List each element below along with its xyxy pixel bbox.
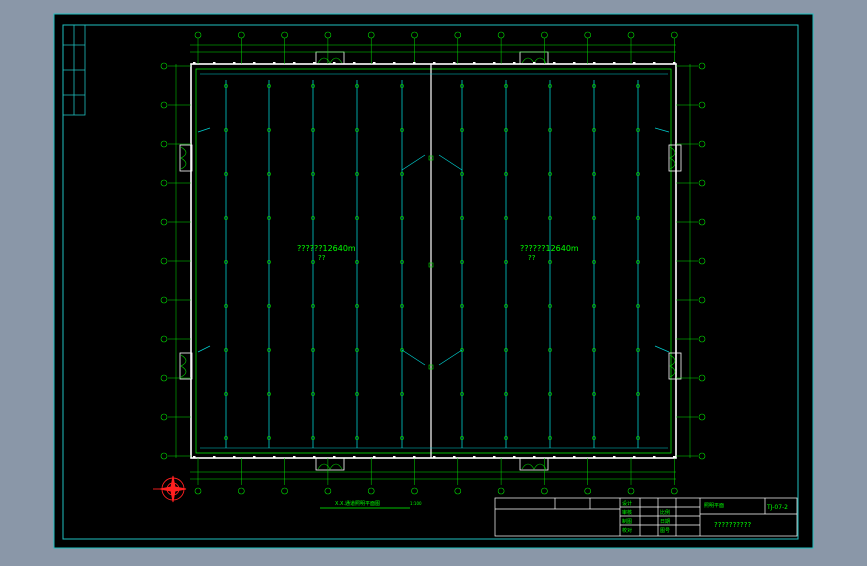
column [333, 62, 336, 65]
column [333, 456, 336, 459]
column [453, 456, 456, 459]
column [413, 456, 416, 459]
column [213, 62, 216, 65]
title-block-row: 审核 [622, 509, 632, 516]
column [273, 62, 276, 65]
drawing-scale: 1:100 [410, 501, 422, 506]
column [353, 62, 356, 65]
column [573, 62, 576, 65]
column [353, 456, 356, 459]
column [533, 62, 536, 65]
column [513, 62, 516, 65]
column [493, 62, 496, 65]
lighting-floor-plan: ??????12640m ?? ??????12640m ?? X.X.通道照明… [53, 13, 814, 549]
column [193, 456, 196, 459]
column [653, 456, 656, 459]
column [413, 62, 416, 65]
column [433, 62, 436, 65]
title-block-row: 校对 [622, 527, 632, 534]
column [613, 62, 616, 65]
column [593, 456, 596, 459]
note-right: ??????12640m [520, 244, 579, 253]
title-block-row-right: 比例 [660, 509, 670, 516]
column [233, 62, 236, 65]
column [453, 62, 456, 65]
column [393, 456, 396, 459]
column [373, 62, 376, 65]
column [573, 456, 576, 459]
title-block-row: 设计 [622, 500, 632, 507]
column [273, 456, 276, 459]
column [313, 62, 316, 65]
column [253, 62, 256, 65]
column [633, 62, 636, 65]
title-block-corner: TJ-07-2 [766, 504, 788, 511]
column [593, 62, 596, 65]
column [253, 456, 256, 459]
note-left: ??????12640m [297, 244, 356, 253]
column [633, 456, 636, 459]
drawing-title: X.X.通道照明平面图 [335, 500, 380, 507]
title-block-row-right: 图号 [660, 528, 670, 534]
cad-viewport: ??????12640m ?? ??????12640m ?? X.X.通道照明… [0, 0, 867, 562]
column [533, 456, 536, 459]
column [493, 456, 496, 459]
column [213, 456, 216, 459]
column [673, 62, 676, 65]
paper-sheet [53, 13, 814, 549]
column [653, 62, 656, 65]
column [193, 62, 196, 65]
title-block-row: 制图 [622, 518, 632, 525]
column [313, 456, 316, 459]
column [473, 456, 476, 459]
note-right-sub: ?? [528, 254, 536, 262]
column [513, 456, 516, 459]
note-left-sub: ?? [318, 254, 326, 262]
column [473, 62, 476, 65]
title-block-drawing-no: ?????????? [714, 521, 751, 529]
column [293, 62, 296, 65]
column [373, 456, 376, 459]
column [553, 456, 556, 459]
column [613, 456, 616, 459]
column [233, 456, 236, 459]
column [293, 456, 296, 459]
column [553, 62, 556, 65]
column [433, 456, 436, 459]
title-block-top-label: 照明平面 [704, 503, 724, 509]
column [673, 456, 676, 459]
column [393, 62, 396, 65]
title-block-row-right: 日期 [660, 519, 670, 525]
